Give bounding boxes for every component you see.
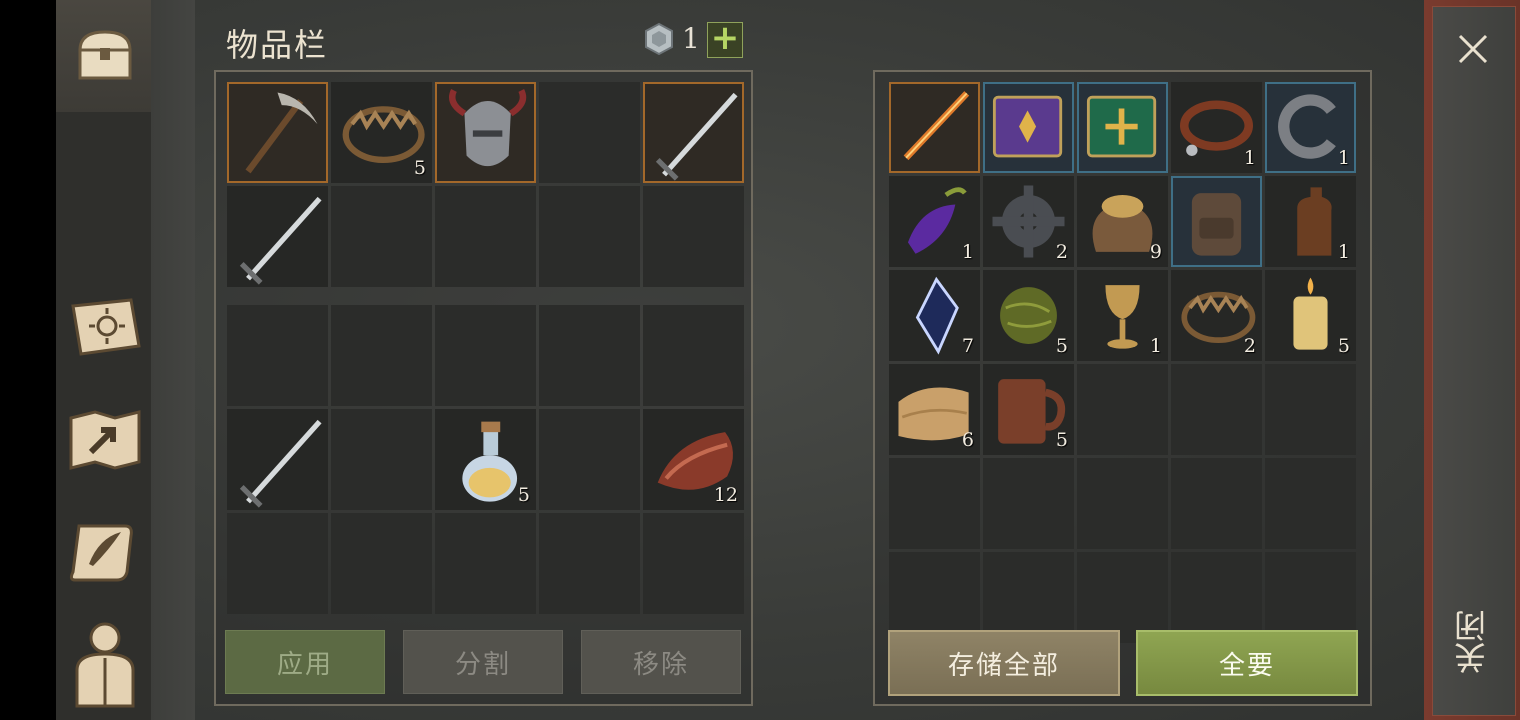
horned-helmet-icon — [449, 89, 527, 167]
character-icon[interactable] — [60, 618, 150, 708]
item-count: 5 — [1055, 335, 1068, 357]
item-slot[interactable] — [983, 82, 1074, 173]
item-slot[interactable]: 1 — [1265, 176, 1356, 267]
apply-button[interactable]: 应用 — [225, 630, 385, 694]
item-slot[interactable] — [1171, 176, 1262, 267]
empty-slot[interactable] — [331, 513, 432, 614]
equipment-slot[interactable]: 5 — [331, 82, 432, 183]
item-slot[interactable]: 7 — [889, 270, 980, 361]
item-count: 5 — [1337, 335, 1350, 357]
flaming-sword-icon — [903, 91, 970, 161]
item-slot[interactable]: 1 — [889, 176, 980, 267]
empty-slot[interactable] — [643, 513, 744, 614]
silver-coin-icon — [645, 22, 673, 56]
item-slot[interactable]: 2 — [983, 176, 1074, 267]
item-slot[interactable]: 2 — [1171, 270, 1262, 361]
map-icon[interactable] — [60, 394, 150, 484]
pickaxe-icon — [245, 92, 318, 174]
empty-equipment-slot[interactable] — [539, 186, 640, 287]
empty-slot[interactable] — [435, 513, 536, 614]
empty-slot[interactable] — [1077, 458, 1168, 549]
item-slot[interactable]: 5 — [983, 364, 1074, 455]
item-count: 9 — [1149, 241, 1162, 263]
empty-slot[interactable] — [539, 305, 640, 406]
item-count: 6 — [961, 429, 974, 451]
green-book-icon — [1086, 95, 1157, 158]
equipment-slot[interactable] — [435, 82, 536, 183]
item-count: 5 — [517, 484, 530, 506]
store-all-button[interactable]: 存储全部 — [888, 630, 1120, 696]
item-count: 2 — [1055, 241, 1068, 263]
sword-icon — [239, 196, 322, 285]
item-slot[interactable] — [227, 409, 328, 510]
item-count: 1 — [1337, 241, 1350, 263]
empty-slot[interactable] — [1265, 364, 1356, 455]
empty-slot[interactable] — [227, 513, 328, 614]
item-slot[interactable] — [889, 82, 980, 173]
nav-divider — [151, 0, 195, 720]
equipment-slot[interactable] — [227, 186, 328, 287]
backpack-icon — [1191, 193, 1242, 256]
item-count: 1 — [1149, 335, 1162, 357]
item-slot[interactable] — [1077, 82, 1168, 173]
equipment-slot[interactable] — [643, 82, 744, 183]
item-slot[interactable]: 5 — [983, 270, 1074, 361]
item-slot[interactable]: 1 — [1171, 82, 1262, 173]
sword-icon — [655, 92, 738, 181]
empty-slot[interactable] — [331, 305, 432, 406]
empty-slot[interactable] — [1171, 458, 1262, 549]
item-count: 2 — [1243, 335, 1256, 357]
item-slot[interactable]: 1 — [1077, 270, 1168, 361]
take-all-button[interactable]: 全要 — [1136, 630, 1358, 696]
item-count: 1 — [961, 241, 974, 263]
item-count: 7 — [961, 335, 974, 357]
scroll-quill-icon[interactable] — [60, 506, 150, 596]
journal-sun-icon[interactable] — [60, 282, 150, 372]
item-slot[interactable]: 5 — [435, 409, 536, 510]
split-button[interactable]: 分割 — [403, 630, 563, 694]
empty-slot[interactable] — [227, 305, 328, 406]
add-currency-button[interactable]: + — [707, 21, 743, 58]
empty-slot[interactable] — [1077, 364, 1168, 455]
empty-slot[interactable] — [539, 409, 640, 510]
item-slot[interactable]: 1 — [1265, 82, 1356, 173]
close-label[interactable]: 关闭 — [1452, 610, 1496, 674]
item-slot[interactable]: 5 — [1265, 270, 1356, 361]
equipment-grid: 5 — [227, 82, 744, 287]
storage-grid: 1 1 1 2 9 1 7 5 1 2 5 6 5 — [889, 82, 1356, 643]
bag-grid: 5 12 — [227, 305, 744, 614]
currency-count: 1 — [682, 22, 700, 55]
chest-icon[interactable] — [60, 10, 150, 100]
item-count: 1 — [1243, 147, 1256, 169]
equipment-slot[interactable] — [227, 82, 328, 183]
item-count: 1 — [1337, 147, 1350, 169]
item-slot[interactable]: 6 — [889, 364, 980, 455]
item-count: 5 — [1055, 429, 1068, 451]
empty-slot[interactable] — [1171, 364, 1262, 455]
empty-slot[interactable] — [331, 409, 432, 510]
empty-equipment-slot[interactable] — [331, 186, 432, 287]
item-count: 5 — [413, 157, 426, 179]
item-count: 12 — [713, 484, 738, 506]
empty-slot[interactable] — [889, 458, 980, 549]
close-icon[interactable] — [1452, 28, 1494, 70]
item-slot[interactable]: 9 — [1077, 176, 1168, 267]
empty-slot[interactable] — [435, 305, 536, 406]
empty-equipment-slot[interactable] — [539, 82, 640, 183]
empty-equipment-slot[interactable] — [435, 186, 536, 287]
remove-button[interactable]: 移除 — [581, 630, 741, 694]
item-slot[interactable]: 12 — [643, 409, 744, 510]
empty-slot[interactable] — [983, 458, 1074, 549]
empty-slot[interactable] — [539, 513, 640, 614]
empty-equipment-slot[interactable] — [643, 186, 744, 287]
purple-book-icon — [992, 95, 1063, 158]
empty-slot[interactable] — [1265, 458, 1356, 549]
sword-icon — [239, 419, 322, 508]
empty-slot[interactable] — [643, 305, 744, 406]
inventory-title: 物品栏 — [226, 26, 329, 64]
